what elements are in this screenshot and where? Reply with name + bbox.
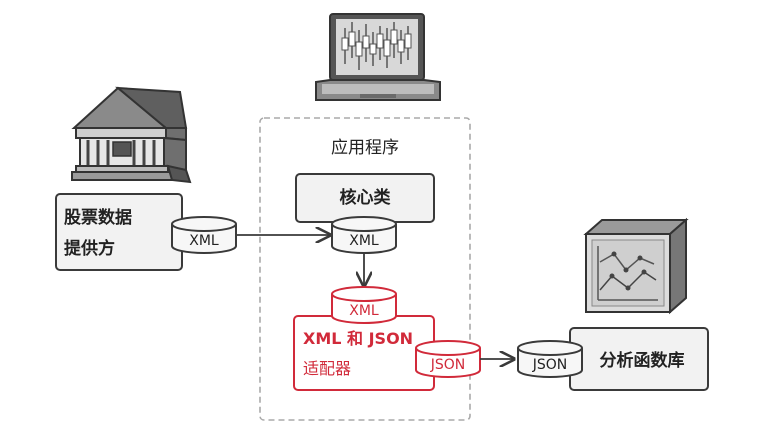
json-adapter-cylinder: JSON <box>415 340 481 378</box>
application-group-label: 应用程序 <box>331 138 399 158</box>
laptop-icon <box>315 13 441 101</box>
analytics-library-label: 分析函数库 <box>600 350 685 371</box>
stock-provider-label-line2: 提供方 <box>64 238 115 259</box>
xml-adapter-tag: XML <box>349 303 379 319</box>
json-analytics-cylinder: JSON <box>517 340 583 378</box>
bank-building-icon <box>71 86 192 184</box>
adapter-label-line2: 适配器 <box>303 359 351 378</box>
adapter-diagram: 应用程序 股票数据 提供方 XML 核心类 XML XML 和 JSON 适配器… <box>55 13 709 421</box>
xml-core-tag: XML <box>349 233 379 249</box>
json-adapter-tag: JSON <box>430 357 466 373</box>
xml-adapter-cylinder: XML <box>331 286 397 324</box>
xml-json-adapter-box[interactable]: XML 和 JSON 适配器 <box>293 315 435 391</box>
analytics-library-box[interactable]: 分析函数库 <box>569 327 709 391</box>
adapter-label-line1: XML 和 JSON <box>303 329 413 348</box>
core-class-label: 核心类 <box>340 187 392 208</box>
core-class-box[interactable]: 核心类 <box>295 173 435 223</box>
database-cube-icon <box>583 217 689 315</box>
xml-core-cylinder: XML <box>331 216 397 254</box>
json-analytics-tag: JSON <box>532 357 568 373</box>
stock-provider-box[interactable]: 股票数据 提供方 <box>55 193 183 271</box>
xml-provider-cylinder: XML <box>171 216 237 254</box>
xml-provider-tag: XML <box>189 233 219 249</box>
stock-provider-label-line1: 股票数据 <box>64 207 132 228</box>
